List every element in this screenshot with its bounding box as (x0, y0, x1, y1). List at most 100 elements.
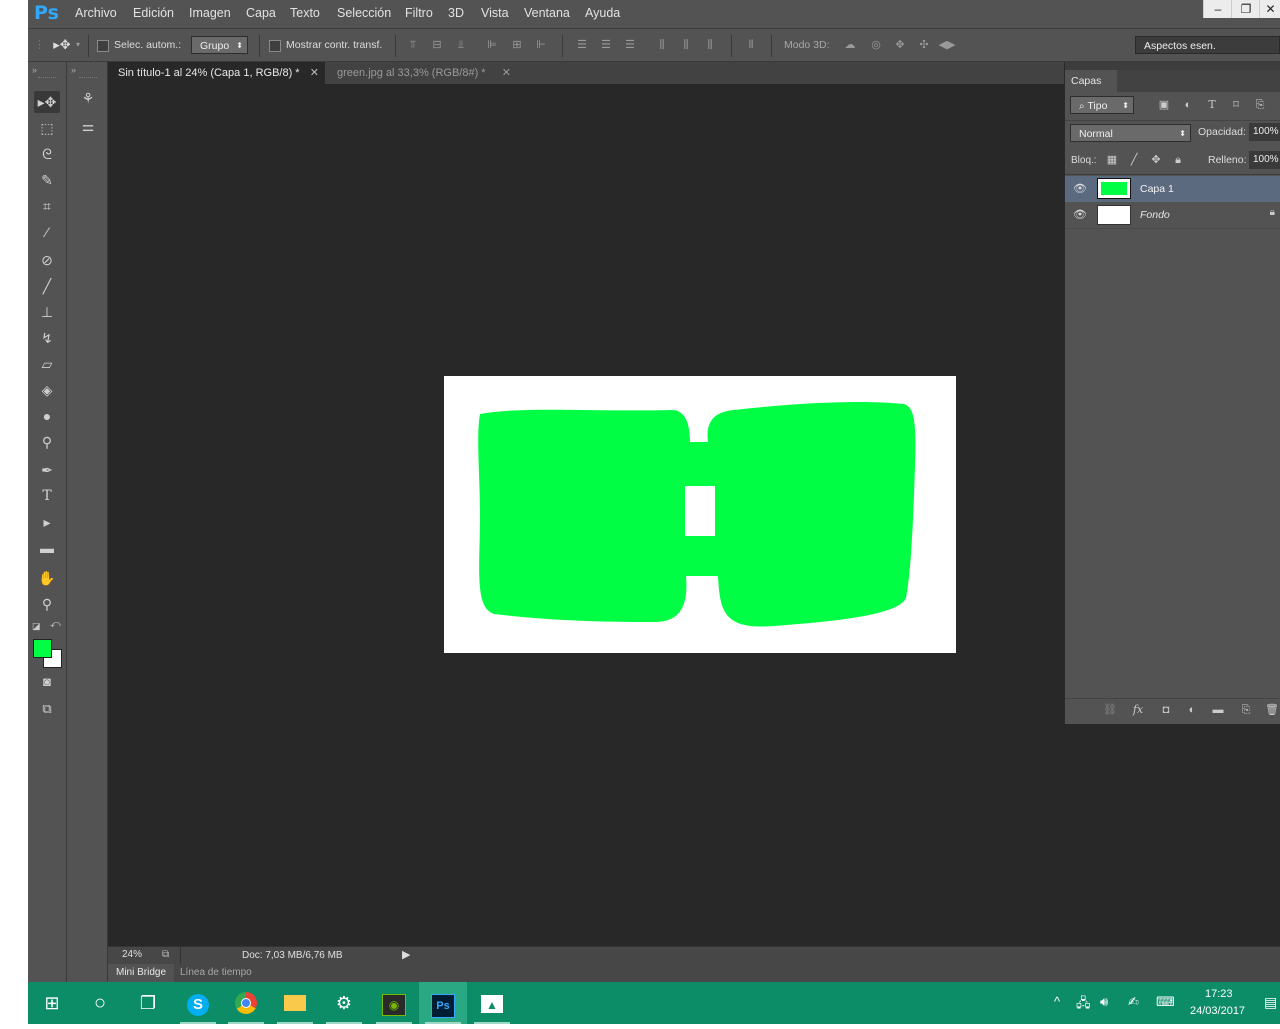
menu-archivo[interactable]: Archivo (75, 6, 117, 20)
tab-capas[interactable]: Capas (1065, 70, 1117, 92)
new-layer-icon[interactable]: ⎘ (1239, 704, 1253, 716)
export-icon[interactable]: ⧉ (162, 949, 169, 960)
align-top-icon[interactable]: ⫪ (406, 39, 420, 51)
skype-icon[interactable]: S (174, 982, 222, 1024)
menu-filtro[interactable]: Filtro (405, 6, 433, 20)
blur-tool-icon[interactable]: ● (34, 405, 60, 427)
pen-tool-icon[interactable]: ✒ (34, 459, 60, 481)
file-explorer-icon[interactable] (271, 982, 319, 1024)
adjustment-layer-icon[interactable]: ◐ (1185, 704, 1199, 716)
settings-gear-icon[interactable]: ⚙ (320, 982, 368, 1024)
tab-sin-titulo[interactable]: Sin título-1 al 24% (Capa 1, RGB/8) * ✕ (108, 62, 325, 84)
distribute-vcenter-icon[interactable]: ☰ (599, 39, 613, 51)
fill-input[interactable]: 100% (1249, 151, 1280, 169)
close-icon[interactable]: ✕ (502, 62, 511, 84)
fx-icon[interactable]: fx (1131, 704, 1145, 716)
shape-filter-icon[interactable]: ⌑ (1229, 99, 1243, 111)
menu-3d[interactable]: 3D (448, 6, 464, 20)
task-view-icon[interactable]: ❐ (124, 982, 172, 1024)
smart-object-filter-icon[interactable]: ⎘ (1253, 99, 1267, 111)
rectangle-tool-icon[interactable]: ▬ (34, 537, 60, 559)
dodge-tool-icon[interactable]: ⚲ (34, 431, 60, 453)
tab-linea-de-tiempo[interactable]: Línea de tiempo (180, 964, 266, 982)
photoshop-taskbar-icon[interactable]: Ps (419, 982, 467, 1024)
distribute-top-icon[interactable]: ☰ (575, 39, 589, 51)
distribute-right-icon[interactable]: ⫼ (703, 39, 717, 51)
clock-date[interactable]: 24/03/2017 (1190, 1005, 1245, 1017)
align-bottom-icon[interactable]: ⫫ (454, 39, 468, 51)
distribute-hcenter-icon[interactable]: ⫼ (679, 39, 693, 51)
notifications-icon[interactable]: ▤ (1264, 994, 1277, 1011)
link-layers-icon[interactable]: ⛓︎ (1103, 704, 1117, 716)
lock-transparency-icon[interactable]: ▦ (1105, 154, 1119, 166)
slide-3d-icon[interactable]: ✣ (916, 39, 932, 51)
align-vcenter-icon[interactable]: ⊟ (430, 39, 444, 51)
pen-ink-icon[interactable]: ✍︎ (1128, 994, 1139, 1010)
history-brush-tool-icon[interactable]: ↯ (34, 327, 60, 349)
screen-mode-icon[interactable]: ⧉ (34, 698, 60, 720)
menu-capa[interactable]: Capa (246, 6, 276, 20)
pixel-filter-icon[interactable]: ▣ (1157, 99, 1171, 111)
roll-3d-icon[interactable]: ◎ (868, 39, 884, 51)
cortana-icon[interactable]: ○ (76, 982, 124, 1024)
eyedropper-tool-icon[interactable]: ⁄ (34, 221, 60, 243)
menu-vista[interactable]: Vista (481, 6, 509, 20)
layer-row-capa-1[interactable]: 👁︎ Capa 1 (1065, 176, 1280, 202)
blend-mode-dropdown[interactable]: Normal ⬍ (1070, 124, 1191, 142)
move-tool-preset-icon[interactable]: ▸✥ (50, 38, 74, 51)
keyboard-icon[interactable]: ⌨︎ (1156, 994, 1175, 1010)
align-left-icon[interactable]: ⊫ (485, 39, 499, 51)
volume-icon[interactable]: 🔊︎ (1100, 994, 1108, 1010)
chevron-down-icon[interactable]: ▾ (74, 39, 82, 51)
eye-icon[interactable]: 👁︎ (1073, 208, 1087, 221)
layer-filter-dropdown[interactable]: ⌕ Tipo ⬍ (1070, 96, 1134, 114)
canvas[interactable] (444, 376, 956, 653)
photos-icon[interactable]: ▲ (468, 982, 516, 1024)
new-group-icon[interactable]: ▬ (1211, 704, 1225, 716)
type-tool-icon[interactable]: T (34, 485, 60, 507)
minimize-button[interactable]: – (1203, 0, 1232, 18)
menu-seleccion[interactable]: Selección (337, 6, 391, 20)
quick-mask-icon[interactable]: ◙ (34, 671, 60, 693)
nvidia-icon[interactable]: ◉ (370, 982, 418, 1024)
default-colors-icon[interactable]: ◪ (32, 621, 41, 632)
add-mask-icon[interactable]: ◘ (1159, 704, 1173, 716)
eraser-tool-icon[interactable]: ▱ (34, 353, 60, 375)
clone-stamp-tool-icon[interactable]: ⊥ (34, 301, 60, 323)
menu-ventana[interactable]: Ventana (524, 6, 570, 20)
collapse-icon[interactable]: » (32, 65, 37, 75)
workspace-dropdown[interactable]: Aspectos esen. (1135, 36, 1280, 54)
align-hcenter-icon[interactable]: ⊞ (510, 39, 524, 51)
status-menu-arrow-icon[interactable]: ▶ (402, 948, 410, 961)
paint-bucket-tool-icon[interactable]: ◈ (34, 379, 60, 401)
close-icon[interactable]: ✕ (310, 62, 319, 84)
quick-selection-tool-icon[interactable]: ✎ (34, 169, 60, 191)
auto-select-dropdown[interactable]: Grupo ⬍ (191, 36, 248, 54)
marquee-tool-icon[interactable]: ⬚ (34, 117, 60, 139)
collapse-icon[interactable]: » (71, 65, 76, 75)
lasso-tool-icon[interactable]: ᘓ (34, 143, 60, 165)
path-selection-tool-icon[interactable]: ▸ (34, 511, 60, 533)
rotate-3d-icon[interactable]: ☁ (842, 39, 858, 51)
crop-tool-icon[interactable]: ⌗ (34, 195, 60, 217)
align-right-icon[interactable]: ⊩ (534, 39, 548, 51)
auto-select-checkbox[interactable] (97, 40, 109, 52)
menu-imagen[interactable]: Imagen (189, 6, 231, 20)
scale-3d-icon[interactable]: ◀▶ (938, 39, 956, 51)
zoom-tool-icon[interactable]: ⚲ (34, 593, 60, 615)
close-button[interactable]: ✕ (1259, 0, 1280, 18)
restore-button[interactable]: ❐ (1231, 0, 1260, 18)
network-icon[interactable]: 🖧︎ (1076, 994, 1091, 1016)
swap-colors-icon[interactable]: ⤺ (50, 619, 61, 630)
brush-tool-icon[interactable]: ╱ (34, 275, 60, 297)
clock-time[interactable]: 17:23 (1205, 988, 1233, 1000)
tab-green-jpg[interactable]: green.jpg al 33,3% (RGB/8#) * ✕ (327, 62, 517, 84)
opacity-input[interactable]: 100% (1249, 123, 1280, 141)
brush-presets-icon[interactable]: ⚘ (75, 87, 101, 109)
menu-edicion[interactable]: Edición (133, 6, 174, 20)
chevron-up-icon[interactable]: ^ (1054, 994, 1060, 1009)
chrome-icon[interactable] (222, 982, 270, 1024)
menu-ayuda[interactable]: Ayuda (585, 6, 620, 20)
move-tool-icon[interactable]: ▸✥ (34, 91, 60, 113)
distribute-left-icon[interactable]: ⫼ (655, 39, 669, 51)
